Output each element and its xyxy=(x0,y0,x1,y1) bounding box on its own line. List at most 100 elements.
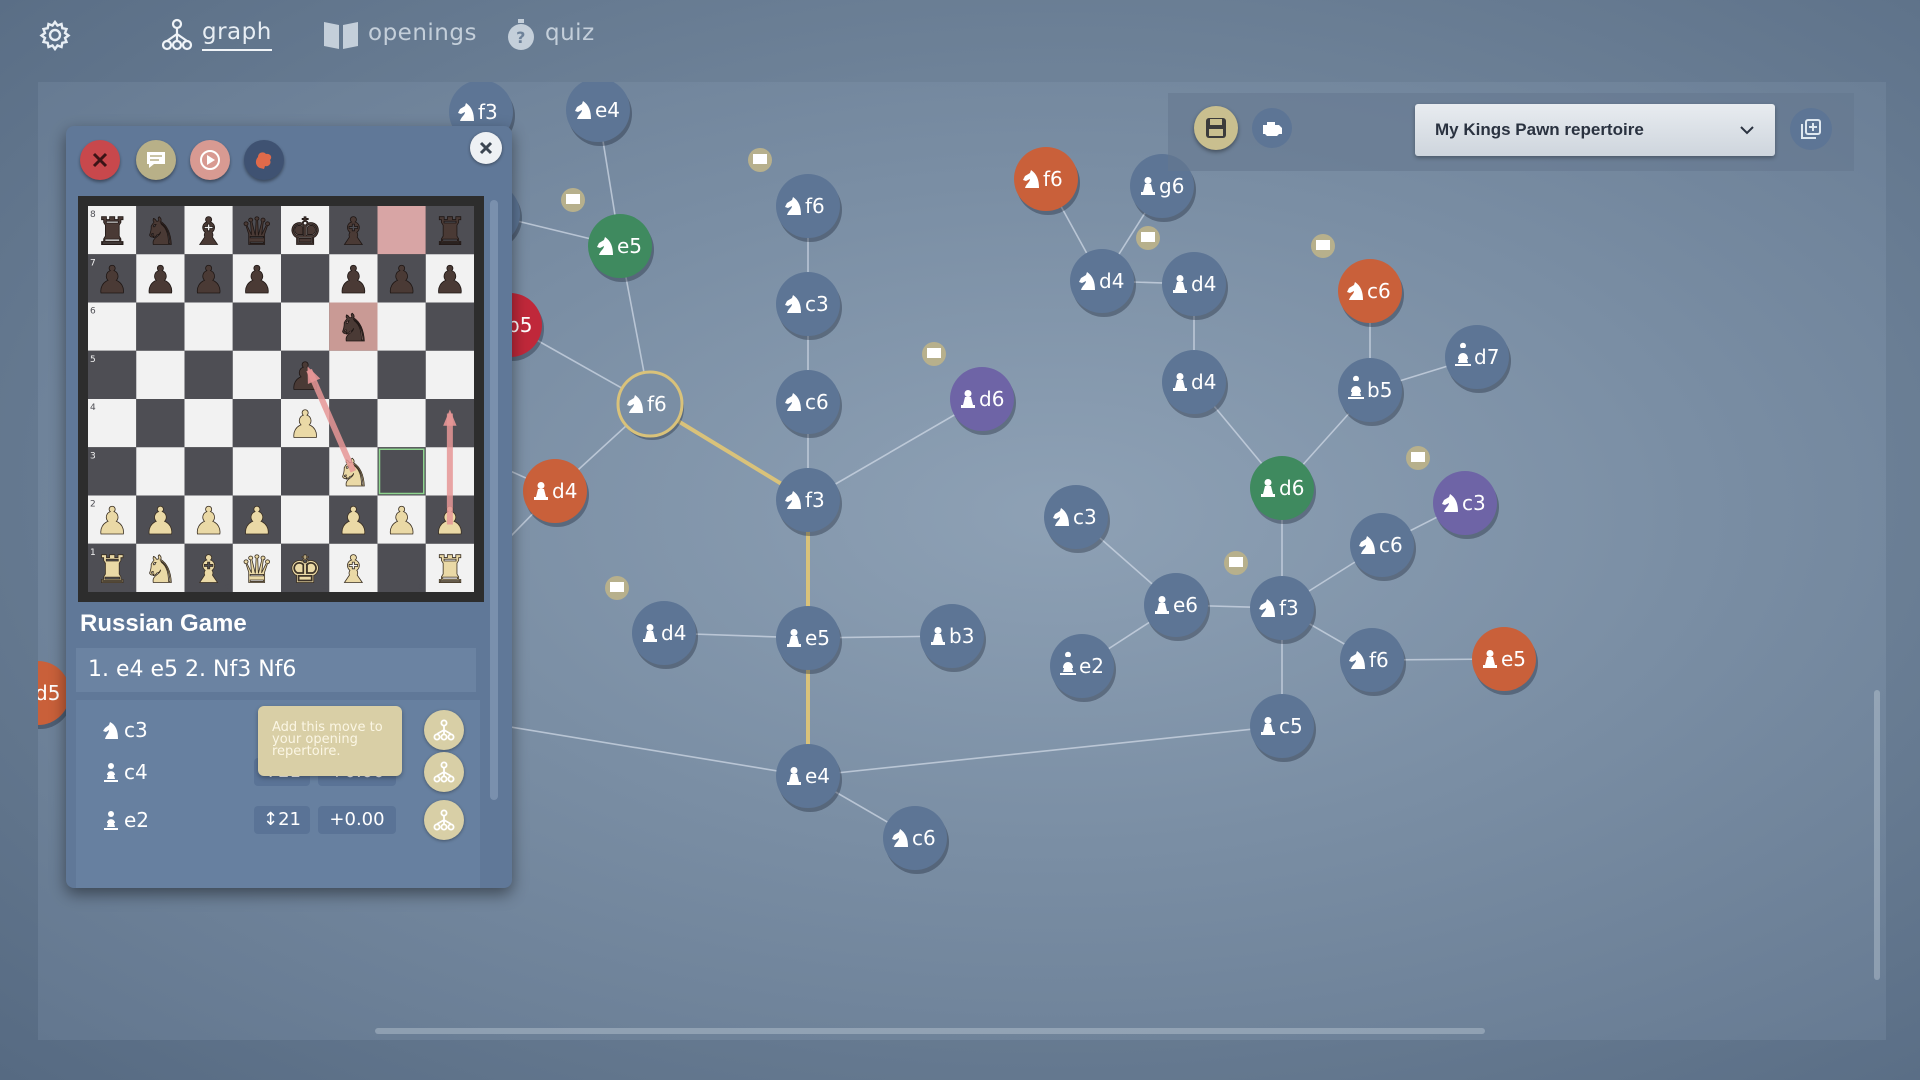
white-rook[interactable]: ♜ xyxy=(432,547,467,592)
white-pawn[interactable]: ♟ xyxy=(191,499,226,544)
candidate-move[interactable]: c4 xyxy=(100,760,148,784)
black-bishop[interactable]: ♝ xyxy=(191,209,226,254)
graph-node-e5g[interactable]: e5 xyxy=(588,214,654,282)
graph-node-c3purple[interactable]: c3 xyxy=(1433,471,1499,539)
board-square[interactable] xyxy=(377,206,426,255)
comment-icon[interactable] xyxy=(1311,234,1335,258)
graph-node-e6b[interactable]: e6 xyxy=(1144,573,1210,641)
white-pawn[interactable]: ♟ xyxy=(384,499,419,544)
comment-icon[interactable] xyxy=(561,188,585,212)
chess-board[interactable]: ♜♞♝♛♚♝♜♟♟♟♟♟♟♟♞♟♟♞♟♟♟♟♟♟♟♜♞♝♛♚♝♜87654321… xyxy=(88,206,474,592)
board-square[interactable] xyxy=(425,350,474,399)
black-bishop[interactable]: ♝ xyxy=(336,209,371,254)
panel-scrollbar[interactable] xyxy=(490,200,498,800)
comment-icon[interactable] xyxy=(1224,551,1248,575)
add-move-button[interactable] xyxy=(424,710,464,750)
board-square[interactable] xyxy=(377,350,426,399)
board-square[interactable] xyxy=(425,302,474,351)
graph-node-d4c[interactable]: d4 xyxy=(1162,350,1228,418)
tab-openings[interactable]: openings xyxy=(322,18,477,52)
board-square[interactable] xyxy=(281,302,330,351)
graph-node-c6orange[interactable]: c6 xyxy=(1338,259,1404,327)
horizontal-scrollbar[interactable] xyxy=(375,1028,1485,1034)
play-button[interactable] xyxy=(190,140,230,180)
black-queen[interactable]: ♛ xyxy=(239,209,274,254)
white-pawn[interactable]: ♟ xyxy=(239,499,274,544)
vertical-scrollbar[interactable] xyxy=(1874,690,1880,980)
white-knight[interactable]: ♞ xyxy=(336,450,371,495)
white-pawn[interactable]: ♟ xyxy=(336,499,371,544)
tab-graph[interactable]: graph xyxy=(160,18,272,52)
graph-node-c6b[interactable]: c6 xyxy=(1350,513,1416,581)
graph-node-d4p[interactable]: d4 xyxy=(1162,252,1228,320)
engine-analysis-button[interactable] xyxy=(244,140,284,180)
board-square[interactable] xyxy=(184,447,233,496)
add-move-button[interactable] xyxy=(424,800,464,840)
graph-node-f6center[interactable]: f6 xyxy=(616,370,684,440)
white-knight[interactable]: ♞ xyxy=(143,547,178,592)
black-pawn[interactable]: ♟ xyxy=(432,257,467,302)
board-square[interactable] xyxy=(184,399,233,448)
board-square[interactable] xyxy=(232,302,281,351)
white-king[interactable]: ♚ xyxy=(288,547,323,592)
graph-node-c3a[interactable]: c3 xyxy=(776,272,842,340)
graph-node-d6purple[interactable]: d6 xyxy=(950,367,1016,435)
board-square[interactable] xyxy=(329,350,378,399)
board-square[interactable] xyxy=(184,350,233,399)
graph-node-c5[interactable]: c5 xyxy=(1250,694,1316,762)
graph-node-e4top[interactable]: e4 xyxy=(566,82,632,146)
comment-button[interactable] xyxy=(136,140,176,180)
white-queen[interactable]: ♛ xyxy=(239,547,274,592)
board-square[interactable] xyxy=(281,254,330,303)
white-pawn[interactable]: ♟ xyxy=(288,402,323,447)
black-rook[interactable]: ♜ xyxy=(432,209,467,254)
board-square[interactable] xyxy=(136,350,185,399)
add-move-button[interactable] xyxy=(424,752,464,792)
graph-node-d6green[interactable]: d6 xyxy=(1250,456,1316,524)
board-square[interactable] xyxy=(184,302,233,351)
graph-node-f6orange[interactable]: f6 xyxy=(1014,147,1080,215)
graph-node-c6bottom[interactable]: c6 xyxy=(883,806,949,874)
graph-node-d4b[interactable]: d4 xyxy=(632,601,698,669)
graph-node-f3main[interactable]: f3 xyxy=(776,468,842,536)
graph-node-d7[interactable]: d7 xyxy=(1445,325,1511,393)
gear-icon[interactable] xyxy=(38,18,72,52)
graph-node-e2[interactable]: e2 xyxy=(1050,634,1116,702)
save-button[interactable] xyxy=(1194,106,1238,150)
graph-node-e5main[interactable]: e5 xyxy=(776,606,842,674)
candidate-move-row[interactable]: e2 ↕21 +0.00 xyxy=(76,800,480,844)
black-king[interactable]: ♚ xyxy=(288,209,323,254)
comment-icon[interactable] xyxy=(922,342,946,366)
graph-node-c3c[interactable]: c3 xyxy=(1044,485,1110,553)
white-pawn[interactable]: ♟ xyxy=(143,499,178,544)
board-square[interactable] xyxy=(377,399,426,448)
black-pawn[interactable]: ♟ xyxy=(384,257,419,302)
graph-node-e5orange[interactable]: e5 xyxy=(1472,627,1538,695)
board-square[interactable] xyxy=(377,302,426,351)
board-square[interactable] xyxy=(232,399,281,448)
comment-icon[interactable] xyxy=(605,576,629,600)
candidate-move[interactable]: c3 xyxy=(100,718,148,742)
candidate-move[interactable]: e2 xyxy=(100,808,149,832)
comment-icon[interactable] xyxy=(1406,446,1430,470)
white-rook[interactable]: ♜ xyxy=(95,547,130,592)
comment-icon[interactable] xyxy=(748,148,772,172)
black-pawn[interactable]: ♟ xyxy=(191,257,226,302)
graph-node-b3[interactable]: b3 xyxy=(920,604,986,672)
graph-node-f3right[interactable]: f3 xyxy=(1250,576,1316,644)
engine-button[interactable] xyxy=(1252,108,1292,148)
tab-quiz[interactable]: ? quiz xyxy=(505,18,595,52)
comment-icon[interactable] xyxy=(1136,226,1160,250)
board-square[interactable] xyxy=(136,399,185,448)
black-knight[interactable]: ♞ xyxy=(336,306,371,351)
white-bishop[interactable]: ♝ xyxy=(336,547,371,592)
board-square[interactable] xyxy=(232,447,281,496)
graph-node-e4main[interactable]: e4 xyxy=(776,744,842,812)
black-pawn[interactable]: ♟ xyxy=(239,257,274,302)
board-square[interactable] xyxy=(377,447,426,496)
graph-node-f6c[interactable]: f6 xyxy=(1340,628,1406,696)
white-bishop[interactable]: ♝ xyxy=(191,547,226,592)
white-pawn[interactable]: ♟ xyxy=(95,499,130,544)
graph-node-f6b[interactable]: f6 xyxy=(776,174,842,242)
graph-node-d4n[interactable]: d4 xyxy=(1070,249,1136,317)
